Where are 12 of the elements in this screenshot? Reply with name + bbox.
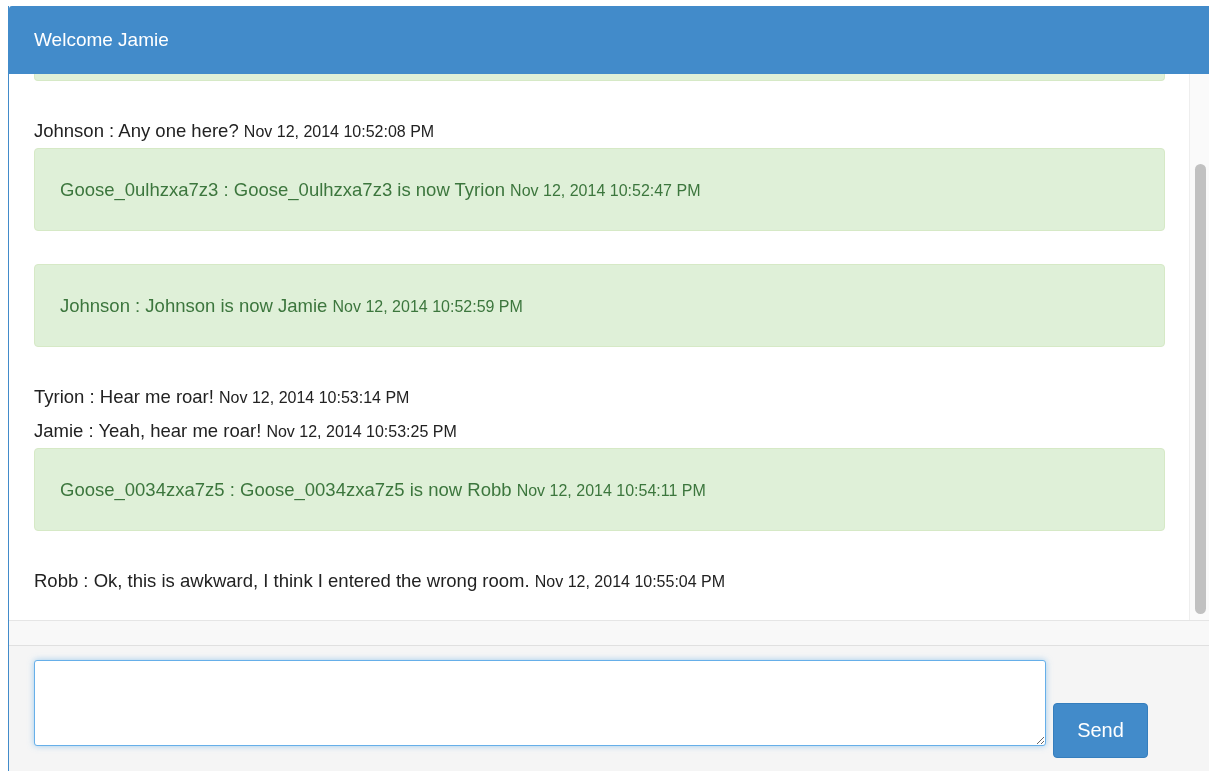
header-title: Welcome Jamie (34, 29, 169, 51)
chat-message: Tyrion : Hear me roar! Nov 12, 2014 10:53:14 PM (34, 385, 411, 409)
chat-message: Johnson : Any one here? Nov 12, 2014 10:52:08 PM (34, 119, 436, 143)
chat-message: Jamie : Yeah, hear me roar! Nov 12, 2014 10:53:25 PM (34, 419, 458, 443)
scroll-thumb[interactable] (1195, 164, 1206, 614)
notice-message: Johnson : Johnson is now Jamie Nov 12, 2014 10:52:59 PM (34, 264, 1165, 347)
message-input[interactable] (34, 660, 1046, 746)
send-button[interactable]: Send (1053, 703, 1148, 758)
notice-message: Goose_0034zxa7z5 : Goose_0034zxa7z5 is now Robb Nov 12, 2014 10:54:11 PM (34, 448, 1165, 531)
scrollbar[interactable] (1189, 74, 1209, 620)
notice-message: Goose_0ulhzxa7z3 : Goose_0ulhzxa7z3 is now Tyrion Nov 12, 2014 10:52:47 PM (34, 148, 1165, 231)
chat-message: Robb : Ok, this is awkward, I think I entered the wrong room. Nov 12, 2014 10:55:04 PM (34, 569, 727, 593)
